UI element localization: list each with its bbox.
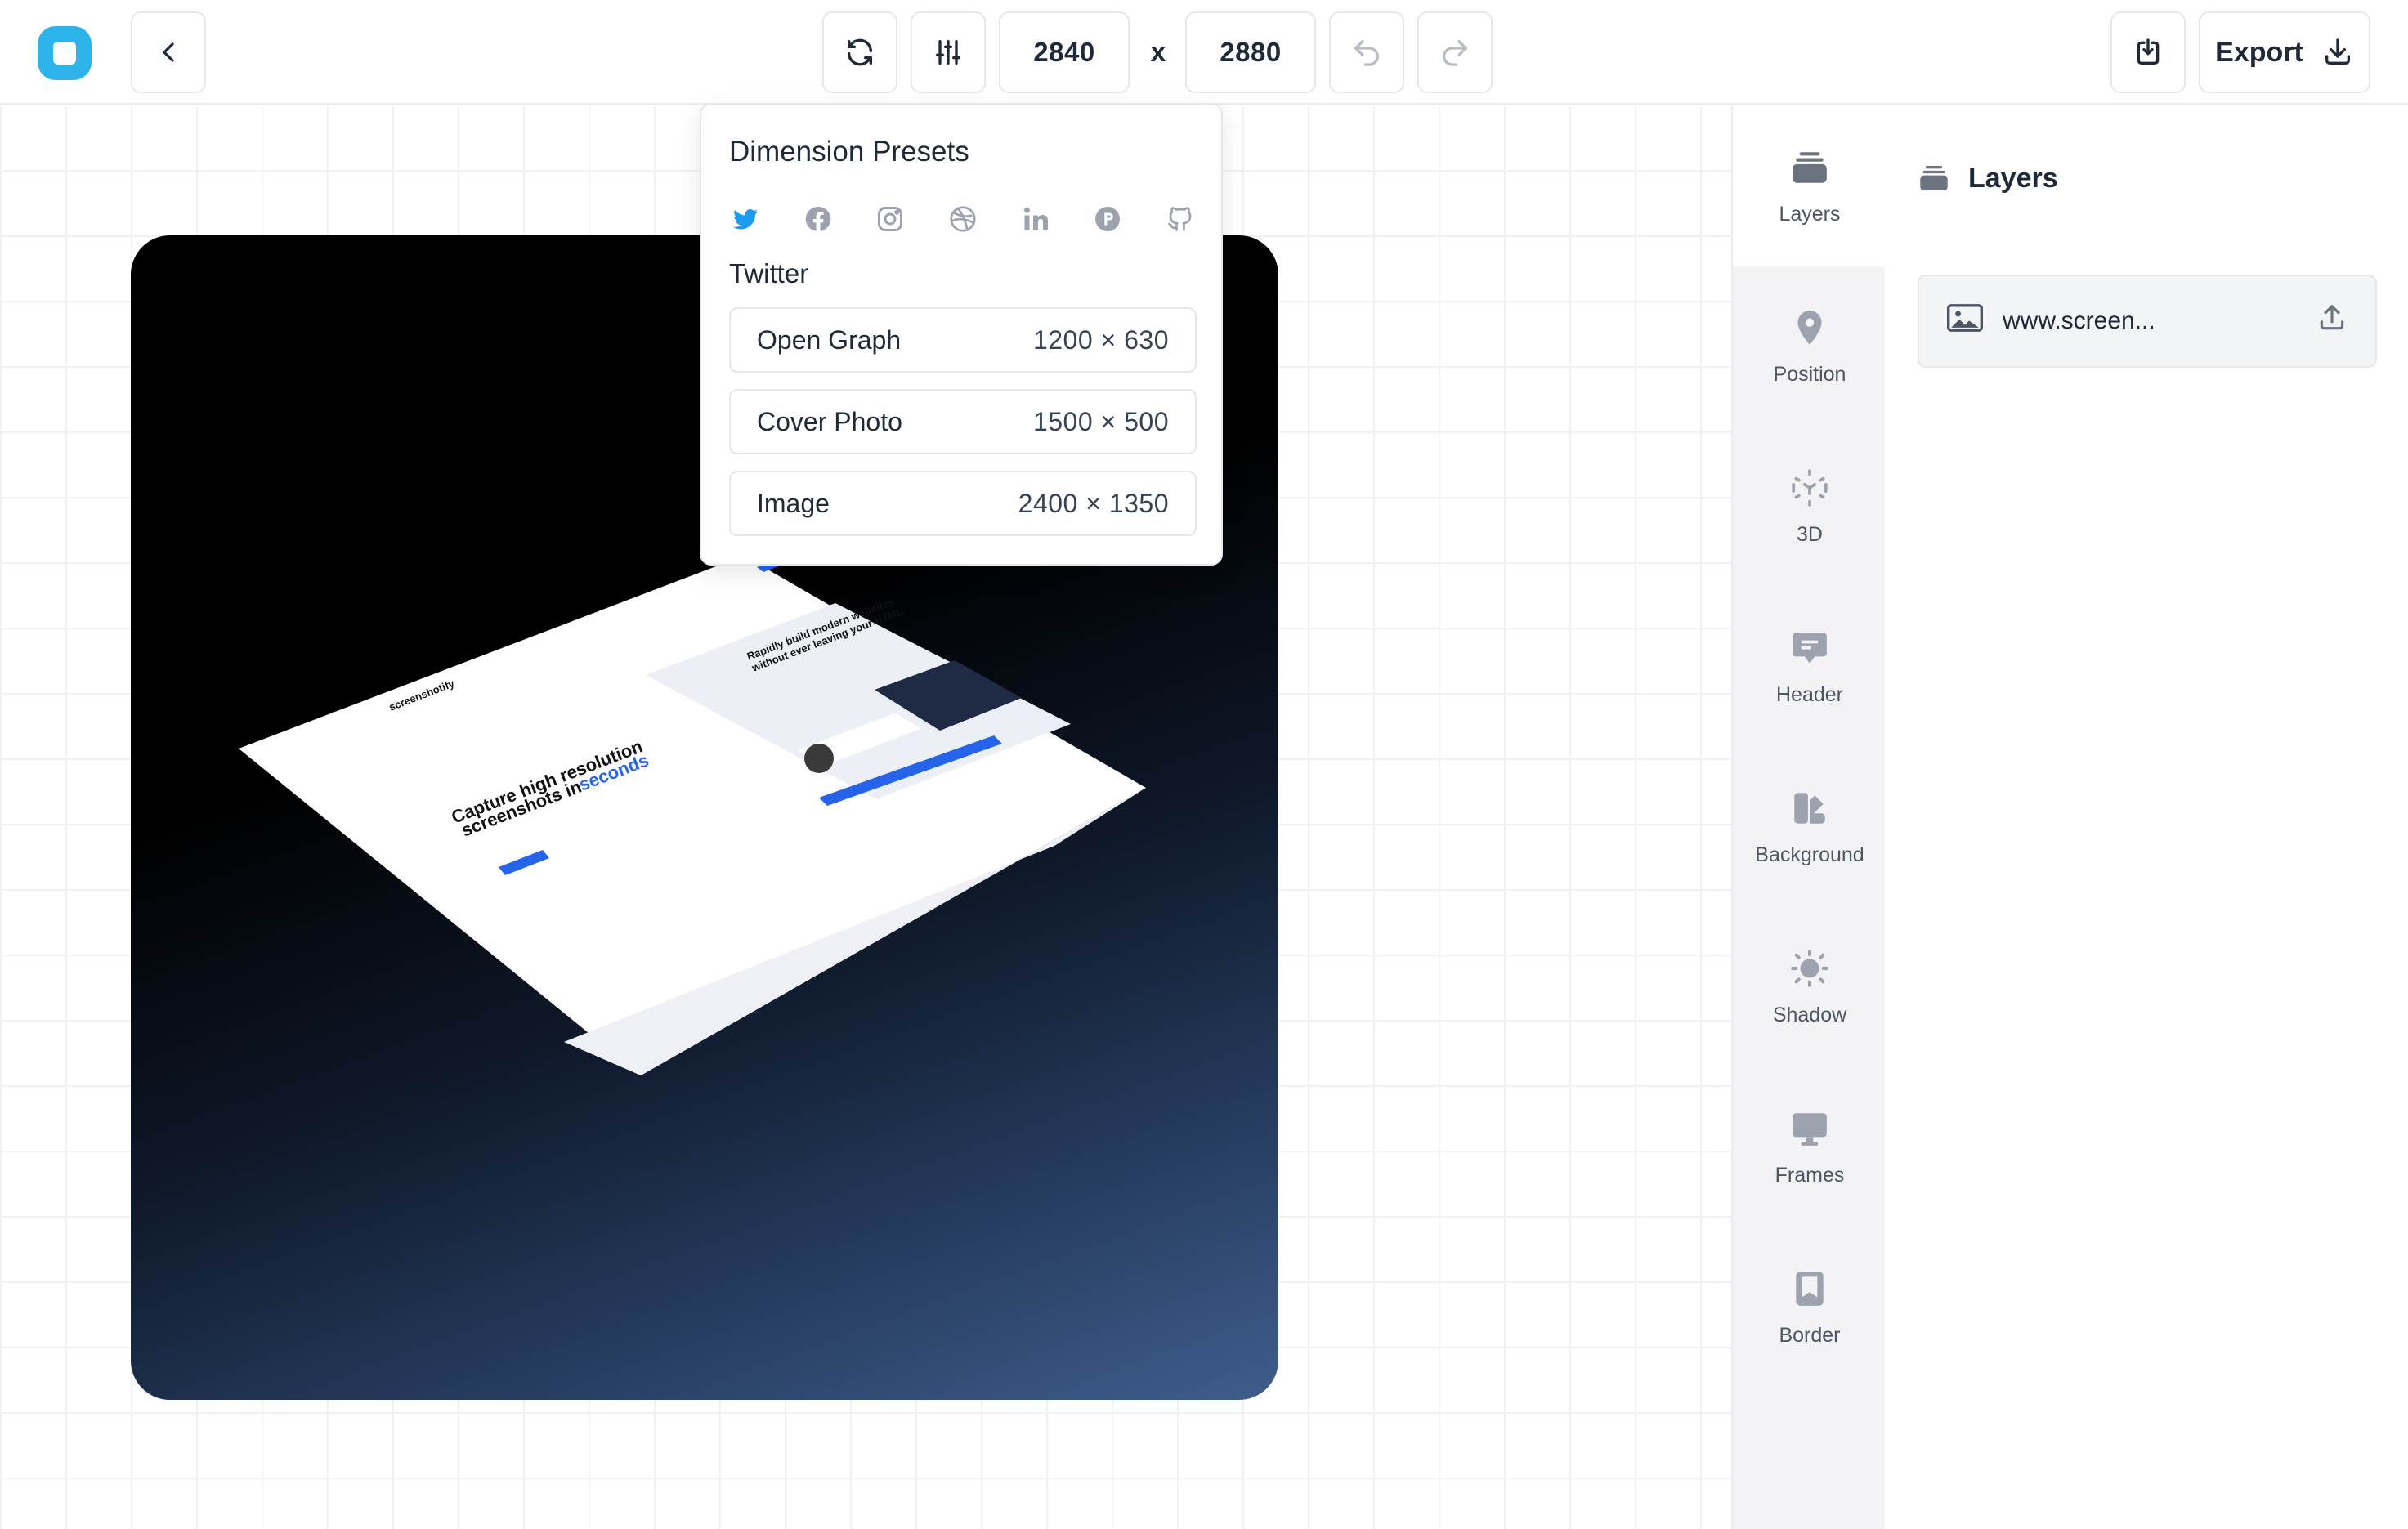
dimension-presets-popover: Dimension Presets Twitter Open Graph 120… (700, 103, 1223, 566)
layer-item[interactable]: www.screen... (1918, 275, 2377, 368)
rail-label: Frames (1775, 1163, 1845, 1187)
platform-section-title: Twitter (729, 258, 809, 288)
image-icon (1947, 303, 1983, 339)
map-pin-icon (1789, 307, 1830, 348)
rail-label: Position (1773, 362, 1846, 386)
preset-open-graph[interactable]: Open Graph 1200 × 630 (729, 307, 1197, 373)
rail-label: Layers (1779, 202, 1841, 226)
save-button[interactable] (2110, 11, 2186, 93)
rail-item-frames[interactable]: Frames (1733, 1067, 1887, 1227)
refresh-icon (848, 38, 872, 66)
layers-icon (1789, 147, 1830, 188)
rail-item-header[interactable]: Header (1733, 587, 1887, 747)
export-label: Export (2215, 36, 2303, 68)
preset-size: 2400 × 1350 (1018, 488, 1169, 518)
rail-label: Border (1779, 1323, 1841, 1347)
popover-title: Dimension Presets (729, 136, 969, 168)
rail-item-shadow[interactable]: Shadow (1733, 907, 1887, 1067)
export-button[interactable]: Export (2199, 11, 2370, 93)
height-input[interactable]: 2880 (1185, 11, 1316, 93)
save-download-icon (2137, 38, 2160, 65)
panel-header: Layers (1918, 162, 2058, 194)
preset-size: 1500 × 500 (1032, 406, 1169, 436)
properties-panel: Layers www.screen... (1885, 106, 2408, 1529)
upload-icon[interactable] (2316, 302, 2348, 340)
rail-label: 3D (1797, 522, 1823, 546)
preset-image[interactable]: Image 2400 × 1350 (729, 471, 1197, 536)
tool-rail: Layers Position 3D Header Background Sha… (1731, 106, 1887, 1529)
redo-button[interactable] (1417, 11, 1493, 93)
undo-button[interactable] (1329, 11, 1404, 93)
rail-label: Shadow (1772, 1003, 1847, 1026)
panel-title: Layers (1968, 162, 2058, 194)
monitor-icon (1789, 1108, 1830, 1149)
app-logo[interactable] (38, 26, 92, 80)
layer-name: www.screen... (2003, 307, 2155, 334)
rail-item-3d[interactable]: 3D (1733, 427, 1887, 587)
sun-icon (1789, 948, 1830, 989)
platform-selector (729, 194, 1197, 244)
rail-label: Header (1776, 682, 1843, 706)
rail-item-background[interactable]: Background (1733, 747, 1887, 907)
message-icon (1789, 628, 1830, 668)
width-input[interactable]: 2840 (999, 11, 1130, 93)
back-button[interactable] (131, 11, 206, 93)
dribbble-icon[interactable] (947, 203, 979, 235)
cube-icon (1789, 467, 1830, 508)
preset-name: Image (757, 488, 830, 518)
preset-name: Cover Photo (757, 406, 902, 436)
facebook-icon[interactable] (802, 203, 835, 235)
swatch-icon (1789, 788, 1830, 829)
redo-icon (1443, 40, 1467, 66)
rail-item-position[interactable]: Position (1733, 266, 1887, 427)
adjustments-button[interactable] (911, 11, 986, 93)
instagram-icon[interactable] (874, 203, 906, 235)
github-icon[interactable] (1164, 203, 1197, 235)
refresh-button[interactable] (822, 11, 897, 93)
preset-cover-photo[interactable]: Cover Photo 1500 × 500 (729, 389, 1197, 454)
twitter-icon[interactable] (729, 203, 762, 235)
preset-size: 1200 × 630 (1032, 324, 1169, 355)
bookmark-icon (1789, 1268, 1830, 1309)
dimension-separator: x (1150, 36, 1166, 68)
rail-item-layers[interactable]: Layers (1733, 106, 1887, 266)
undo-icon (1354, 40, 1379, 66)
rail-item-border[interactable]: Border (1733, 1227, 1887, 1388)
producthunt-icon[interactable] (1091, 203, 1124, 235)
rail-label: Background (1755, 843, 1864, 866)
linkedin-icon[interactable] (1019, 203, 1052, 235)
chevron-left-icon (163, 42, 174, 62)
sliders-icon (936, 40, 960, 65)
mockup-avatar (804, 744, 834, 773)
download-icon (2325, 38, 2350, 65)
top-toolbar: 2840 x 2880 Export (0, 0, 2408, 105)
preset-name: Open Graph (757, 324, 902, 355)
layers-icon (1920, 166, 1948, 190)
